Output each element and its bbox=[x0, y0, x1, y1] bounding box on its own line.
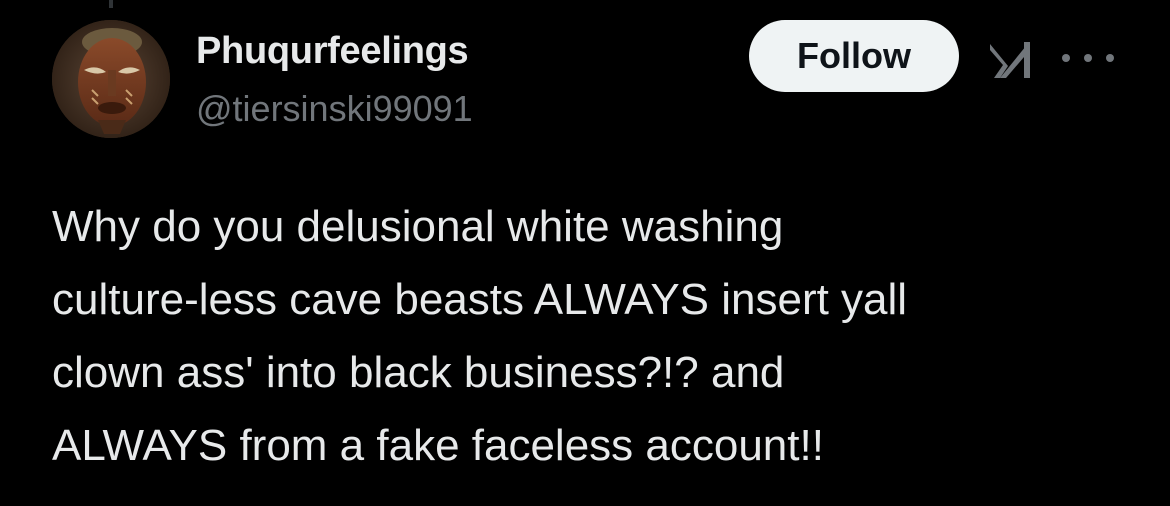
grok-icon[interactable] bbox=[986, 38, 1038, 82]
avatar[interactable] bbox=[52, 20, 170, 138]
author-handle[interactable]: @tiersinski99091 bbox=[196, 88, 473, 130]
more-dot bbox=[1106, 54, 1114, 62]
follow-button[interactable]: Follow bbox=[749, 20, 959, 92]
more-dot bbox=[1062, 54, 1070, 62]
mask-avatar-image bbox=[52, 20, 170, 138]
more-dot bbox=[1084, 54, 1092, 62]
thread-connector-line bbox=[109, 0, 113, 8]
tweet-text: Why do you delusional white washing cult… bbox=[52, 202, 908, 470]
author-display-name[interactable]: Phuqurfeelings bbox=[196, 30, 469, 73]
more-options-icon[interactable] bbox=[1062, 40, 1114, 76]
